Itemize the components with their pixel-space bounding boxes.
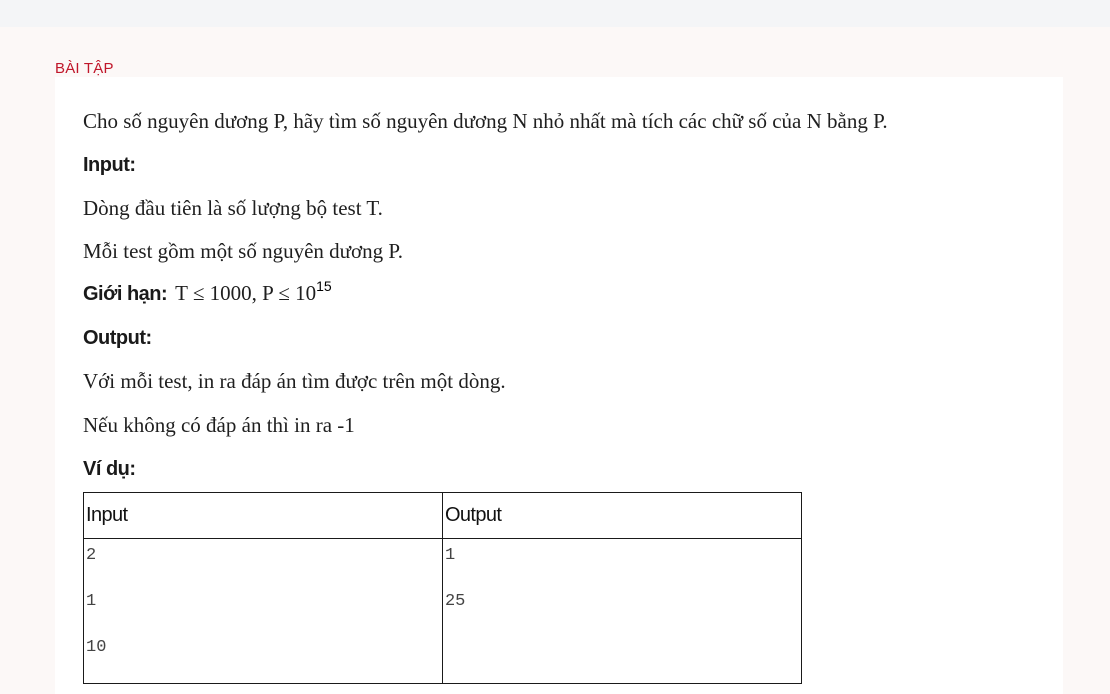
example-output-cell: 1 25 — [441, 538, 803, 684]
limits-label: Giới hạn: — [83, 283, 168, 305]
input-description-line: Dòng đầu tiên là số lượng bộ test T. — [83, 196, 383, 220]
example-input-cell: 2 1 10 — [83, 538, 443, 684]
example-input-line: 10 — [86, 638, 107, 657]
example-heading: Ví dụ: — [83, 458, 136, 480]
output-description-line: Nếu không có đáp án thì in ra -1 — [83, 413, 355, 437]
example-output-line: 1 — [444, 546, 456, 565]
problem-card: Cho số nguyên dương P, hãy tìm số nguyên… — [55, 77, 1063, 694]
section-label: BÀI TẬP — [55, 60, 114, 77]
input-heading: Input: — [83, 154, 136, 176]
table-row: 2 1 10 1 25 — [83, 538, 803, 684]
problem-statement: Cho số nguyên dương P, hãy tìm số nguyên… — [83, 109, 888, 133]
table-header-output: Output — [441, 492, 803, 539]
table-header-input: Input — [83, 492, 443, 539]
output-heading: Output: — [83, 327, 152, 349]
limits-exponent: 15 — [316, 278, 332, 294]
example-output-line: 25 — [444, 592, 466, 611]
limits-expression: T ≤ 1000, P ≤ 10 — [175, 281, 317, 305]
input-description-line: Mỗi test gồm một số nguyên dương P. — [83, 239, 404, 263]
output-description-line: Với mỗi test, in ra đáp án tìm được trên… — [83, 369, 506, 393]
example-table: Input Output 2 1 10 1 25 — [83, 492, 803, 684]
example-input-line: 2 — [86, 546, 97, 565]
table-header-row: Input Output — [83, 492, 803, 539]
limits-row: Giới hạn: T ≤ 1000, P ≤ 1015 — [83, 278, 332, 306]
example-input-line: 1 — [86, 592, 97, 611]
